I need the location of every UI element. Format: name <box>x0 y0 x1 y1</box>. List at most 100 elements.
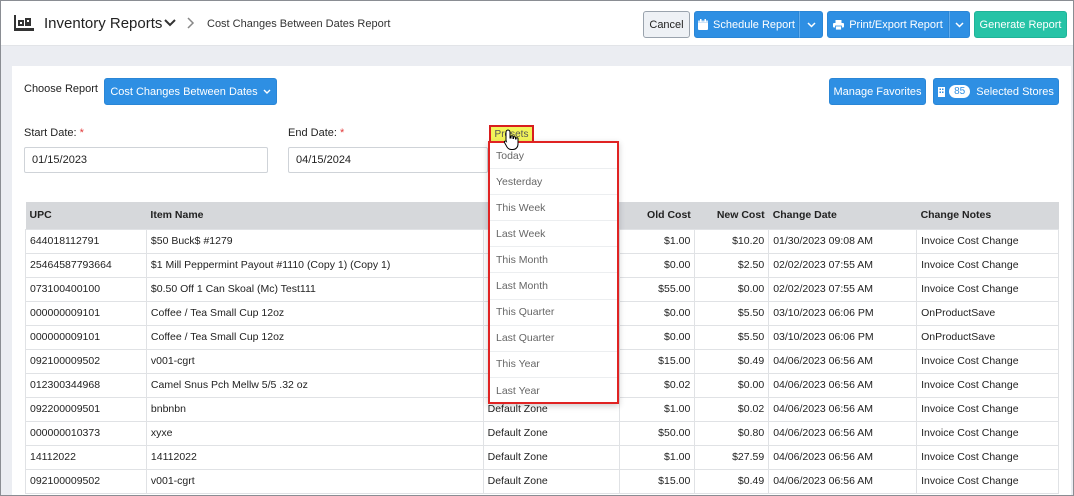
selected-stores-label: Selected Stores <box>976 85 1054 98</box>
table-cell: $0.00 <box>619 300 696 326</box>
table-cell: 04/06/2023 06:56 AM <box>768 396 918 422</box>
table-cell: $5.50 <box>694 300 770 326</box>
table-cell: Coffee / Tea Small Cup 12oz <box>145 300 484 326</box>
table-cell: Invoice Cost Change <box>916 420 1059 446</box>
table-cell: 04/06/2023 06:56 AM <box>768 420 918 446</box>
table-cell: 02/02/2023 07:55 AM <box>768 276 918 302</box>
chevron-right-icon <box>187 17 195 29</box>
hand-cursor-icon <box>503 129 519 150</box>
manage-favorites-label: Manage Favorites <box>833 85 922 98</box>
table-cell: $0.00 <box>619 252 696 278</box>
table-cell: Invoice Cost Change <box>916 348 1059 374</box>
start-date-input[interactable]: 01/15/2023 <box>24 147 268 173</box>
stores-count-badge: 85 <box>949 85 971 98</box>
table-cell: Default Zone <box>482 468 621 494</box>
report-select-value: Cost Changes Between Dates <box>110 85 258 98</box>
top-bar: Inventory Reports Cost Changes Between D… <box>1 1 1073 46</box>
table-cell: OnProductSave <box>916 324 1059 350</box>
table-row[interactable]: 14112022 14112022 Default Zone $1.00 $27.59 0… <box>25 444 1059 470</box>
table-cell: 092200009501 <box>25 396 147 422</box>
column-header[interactable]: UPC <box>25 202 147 229</box>
column-header[interactable]: Change Notes <box>916 202 1059 229</box>
table-cell: $27.59 <box>694 444 770 470</box>
table-cell: 012300344968 <box>25 372 147 398</box>
start-date-label-text: Start Date: <box>24 127 77 139</box>
table-cell: $2.50 <box>694 252 770 278</box>
app-title: Inventory Reports <box>44 15 163 32</box>
preset-option[interactable]: Last Week <box>490 221 617 248</box>
cancel-button[interactable]: Cancel <box>643 11 690 38</box>
table-cell: $0.49 <box>694 348 770 374</box>
calendar-icon <box>698 19 709 30</box>
table-cell: Invoice Cost Change <box>916 252 1059 278</box>
table-cell: 000000009101 <box>25 300 147 326</box>
table-cell: Invoice Cost Change <box>916 444 1059 470</box>
column-header[interactable]: New Cost <box>694 202 769 229</box>
preset-option[interactable]: This Quarter <box>490 300 617 326</box>
column-header[interactable]: Item Name <box>146 202 484 229</box>
preset-option[interactable]: Yesterday <box>490 169 617 196</box>
table-cell: Invoice Cost Change <box>916 396 1059 422</box>
print-export-dropdown[interactable] <box>949 11 970 38</box>
table-cell: v001-cgrt <box>145 348 484 374</box>
preset-option[interactable]: This Month <box>490 247 617 274</box>
table-cell: 01/30/2023 09:08 AM <box>768 228 918 254</box>
choose-report-label: Choose Report <box>24 83 98 95</box>
end-date-label: End Date: * <box>288 127 344 139</box>
table-cell: 644018112791 <box>25 228 147 254</box>
table-cell: $0.49 <box>694 468 770 494</box>
table-cell: $1.00 <box>619 444 696 470</box>
table-cell: $1.00 <box>619 228 696 254</box>
manage-favorites-button[interactable]: Manage Favorites <box>829 78 926 105</box>
generate-report-button[interactable]: Generate Report <box>974 11 1067 38</box>
table-cell: $0.00 <box>694 276 770 302</box>
end-date-label-text: End Date: <box>288 127 337 139</box>
preset-option[interactable]: Last Quarter <box>490 326 617 352</box>
table-cell: $0.50 Off 1 Can Skoal (Mc) Test111 <box>145 276 484 302</box>
table-cell: Invoice Cost Change <box>916 468 1059 494</box>
table-cell: 092100009502 <box>25 348 147 374</box>
report-select[interactable]: Cost Changes Between Dates <box>104 78 277 105</box>
schedule-report-button[interactable]: Schedule Report <box>694 11 799 38</box>
table-cell: 03/10/2023 06:06 PM <box>768 300 918 326</box>
table-cell: 073100400100 <box>25 276 147 302</box>
schedule-report-dropdown[interactable] <box>799 11 823 38</box>
preset-option[interactable]: This Week <box>490 195 617 222</box>
table-cell: $10.20 <box>694 228 770 254</box>
preset-option[interactable]: Last Year <box>490 378 617 404</box>
table-cell: $50 Buck$ #1279 <box>145 228 484 254</box>
table-cell: 092100009502 <box>25 468 147 494</box>
table-row[interactable]: 092100009502 v001-cgrt Default Zone $15.00 $… <box>25 468 1059 494</box>
table-cell: 14112022 <box>145 444 484 470</box>
table-cell: Default Zone <box>482 420 621 446</box>
table-cell: 02/02/2023 07:55 AM <box>768 252 918 278</box>
table-cell: 000000010373 <box>25 420 147 446</box>
cancel-button-label: Cancel <box>649 18 684 31</box>
selected-stores-button[interactable]: 85 Selected Stores <box>933 78 1059 105</box>
column-header[interactable]: Old Cost <box>619 202 695 229</box>
table-cell: $0.00 <box>694 372 770 398</box>
table-cell: 25464587793664 <box>25 252 147 278</box>
chevron-down-icon <box>955 21 964 28</box>
table-cell: 14112022 <box>25 444 147 470</box>
table-cell: Coffee / Tea Small Cup 12oz <box>145 324 484 350</box>
preset-option[interactable]: Last Month <box>490 273 617 300</box>
table-cell: 03/10/2023 06:06 PM <box>768 324 918 350</box>
chevron-down-icon[interactable] <box>164 18 176 28</box>
table-row[interactable]: 000000010373 xyxe Default Zone $50.00 $0.80 0… <box>25 420 1059 446</box>
required-mark: * <box>339 127 345 139</box>
chevron-down-icon <box>806 21 816 28</box>
chevron-down-icon <box>263 89 271 94</box>
preset-option[interactable]: This Year <box>490 352 617 378</box>
table-cell: Camel Snus Pch Mellw 5/5 .32 oz <box>145 372 484 398</box>
print-export-button[interactable]: Print/Export Report <box>827 11 949 38</box>
table-cell: $0.80 <box>694 420 770 446</box>
table-cell: 04/06/2023 06:56 AM <box>768 444 918 470</box>
table-cell: $15.00 <box>619 468 696 494</box>
column-header[interactable]: Change Date <box>768 202 917 229</box>
table-cell: Invoice Cost Change <box>916 276 1059 302</box>
table-cell: $1.00 <box>619 396 696 422</box>
end-date-input[interactable]: 04/15/2024 <box>288 147 488 173</box>
table-cell: Invoice Cost Change <box>916 228 1059 254</box>
table-cell: bnbnbn <box>145 396 484 422</box>
